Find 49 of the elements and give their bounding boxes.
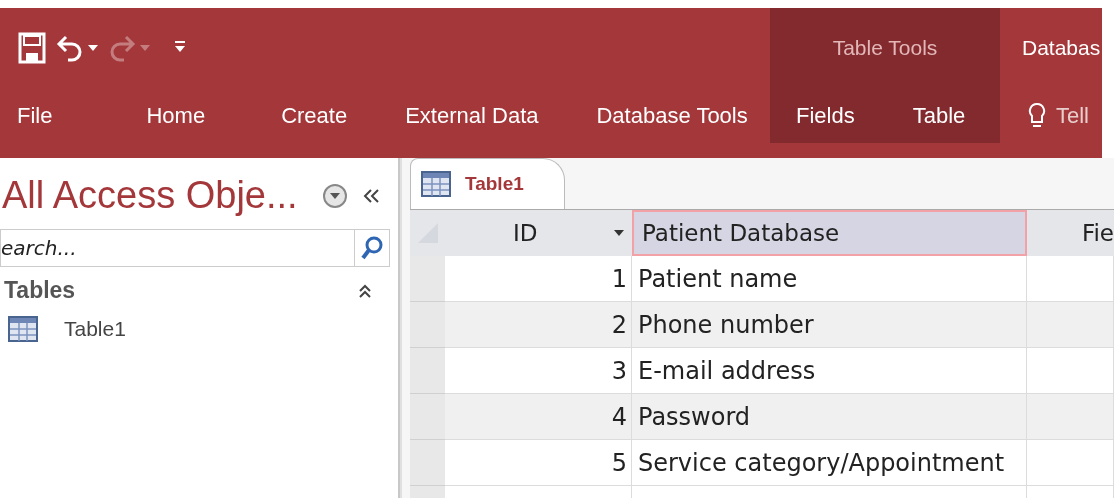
table-cell: 1	[445, 256, 632, 302]
table-cell: Phone number	[632, 302, 1027, 348]
table-cell: 3	[445, 348, 632, 394]
column-header[interactable]: Patient Database	[632, 210, 1027, 256]
undo-button[interactable]	[56, 33, 98, 63]
nav-item[interactable]: Table1	[64, 317, 126, 341]
ribbon-tab[interactable]: Database Tools	[596, 96, 748, 135]
table-cell: 5	[445, 440, 632, 486]
table-cell: Service category/Appointment	[632, 440, 1027, 486]
search-icon	[360, 235, 384, 261]
table-icon	[421, 171, 451, 197]
search-field[interactable]: earch...	[0, 229, 354, 267]
chevron-up-icon[interactable]	[358, 282, 372, 299]
ribbon-tab[interactable]: File	[17, 96, 53, 135]
ribbon-tab[interactable]: External Data	[405, 96, 539, 135]
row-selector[interactable]	[410, 348, 445, 394]
row-selector[interactable]	[410, 440, 445, 486]
table-cell: 2	[445, 302, 632, 348]
table-cell: 4	[445, 394, 632, 440]
column-header[interactable]: ID	[445, 210, 632, 256]
row-selector[interactable]	[410, 394, 445, 440]
ribbon-tab[interactable]: Create	[281, 96, 348, 135]
table-cell: Patient name	[632, 256, 1027, 302]
ribbon-tab[interactable]: Table	[912, 96, 966, 135]
table-icon	[8, 316, 38, 342]
ribbon-tab[interactable]: Home	[146, 96, 206, 135]
table-cell: Password	[632, 394, 1027, 440]
lightbulb-icon	[1028, 101, 1046, 130]
caret-icon	[614, 230, 624, 236]
window-title: Databas	[1021, 35, 1102, 61]
undo-icon	[56, 33, 84, 63]
column-header[interactable]: Fie	[1027, 210, 1114, 256]
dropdown-icon[interactable]	[322, 182, 348, 209]
table-cell: E-mail address	[632, 348, 1027, 394]
save-icon	[18, 32, 46, 64]
search-button[interactable]	[354, 229, 390, 267]
collapse-icon[interactable]	[362, 187, 380, 204]
tell-me-field[interactable]: Tell	[1056, 96, 1089, 135]
save-button[interactable]	[18, 32, 46, 64]
row-selector[interactable]	[410, 256, 445, 302]
caret-icon	[140, 45, 150, 51]
nav-pane-title: All Access Obje...	[1, 174, 298, 217]
redo-icon	[108, 33, 136, 63]
document-tab[interactable]: Table1	[410, 158, 565, 209]
group-header: Tables	[4, 277, 76, 304]
ribbon-tab[interactable]: Fields	[796, 96, 855, 135]
caret-icon	[88, 45, 98, 51]
row-selector[interactable]	[410, 302, 445, 348]
context-group-label: Table Tools	[770, 8, 1000, 88]
